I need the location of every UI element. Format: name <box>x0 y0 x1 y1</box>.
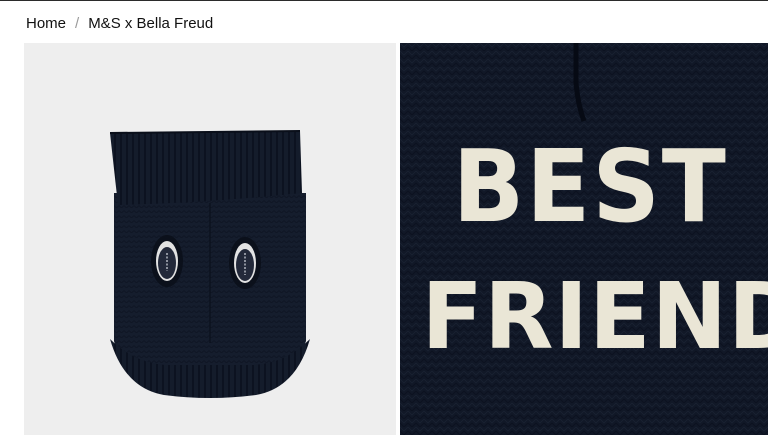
product-image-full[interactable] <box>24 43 396 435</box>
product-image-gallery: BEST FRIEND <box>0 43 768 435</box>
knit-text-closeup: BEST FRIEND <box>400 43 768 435</box>
knit-text-line2: FRIEND <box>422 263 768 370</box>
breadcrumb-home-link[interactable]: Home <box>26 15 66 32</box>
breadcrumb: Home / M&S x Bella Freud <box>26 12 213 34</box>
top-border <box>0 0 768 1</box>
dog-jumper-illustration <box>109 130 310 398</box>
knit-text-line1: BEST <box>453 128 728 244</box>
breadcrumb-separator: / <box>75 14 80 32</box>
product-image-detail[interactable]: BEST FRIEND <box>400 43 768 435</box>
breadcrumb-current-link[interactable]: M&S x Bella Freud <box>88 15 213 32</box>
